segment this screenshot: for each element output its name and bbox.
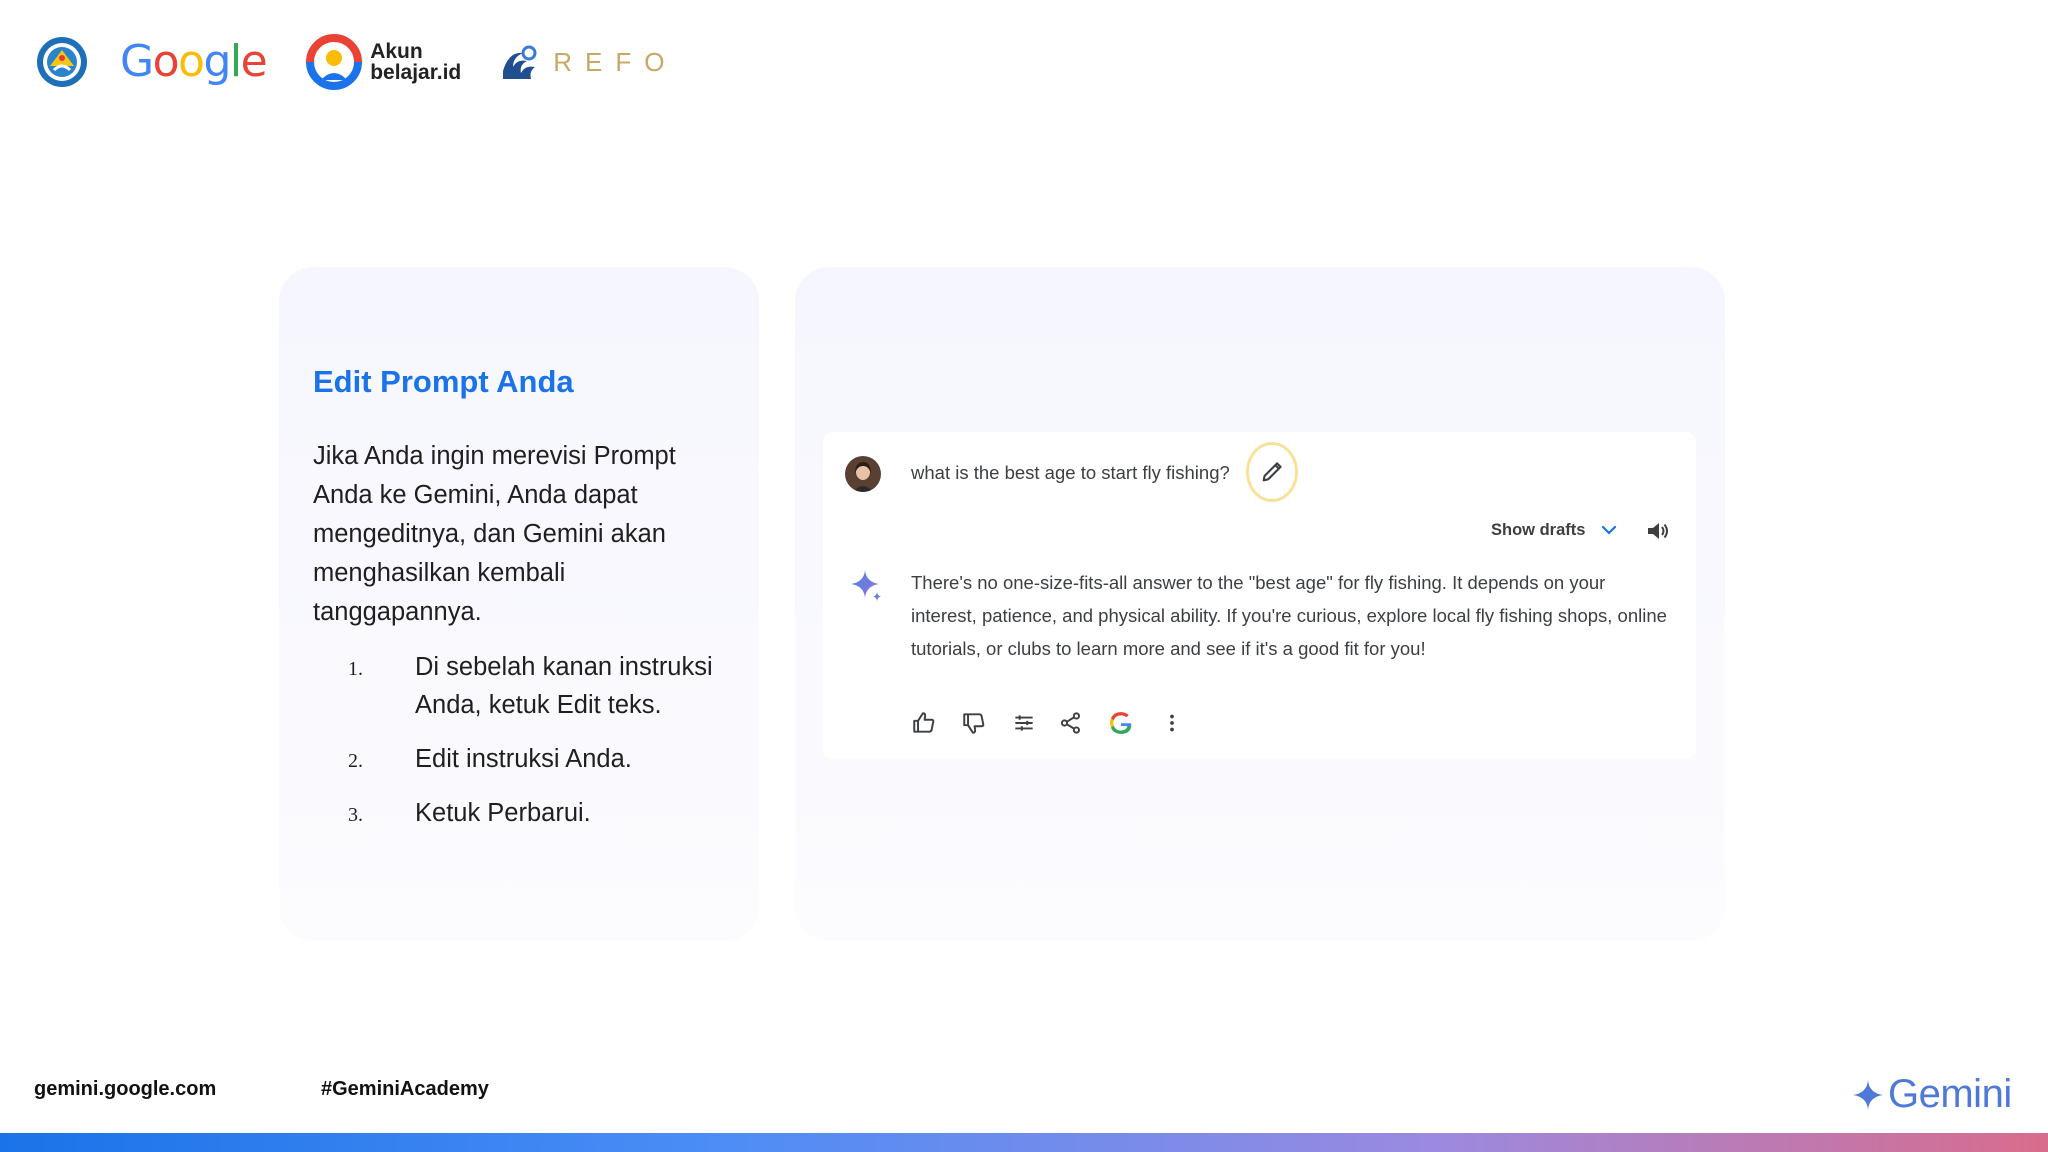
show-drafts-button[interactable]: Show drafts bbox=[1491, 520, 1619, 540]
more-options-icon[interactable] bbox=[1159, 710, 1185, 736]
speaker-icon[interactable] bbox=[1645, 518, 1671, 544]
instruction-title: Edit Prompt Anda bbox=[313, 364, 574, 399]
akun-logo-line2: belajar.id bbox=[370, 61, 462, 84]
step-number: 3. bbox=[348, 804, 363, 826]
pencil-icon[interactable] bbox=[1259, 457, 1287, 485]
gemini-spark-icon bbox=[851, 570, 881, 601]
step-text: Edit instruksi Anda. bbox=[415, 745, 632, 773]
step-text: Di sebelah kanan instruksi Anda, ketuk E… bbox=[415, 653, 713, 719]
google-check-icon[interactable] bbox=[1108, 710, 1134, 736]
akun-belajar-logo: Akun belajar.id bbox=[306, 34, 461, 90]
modify-response-icon[interactable] bbox=[1011, 710, 1037, 736]
share-icon[interactable] bbox=[1058, 710, 1084, 736]
akun-belajar-ring-icon bbox=[306, 34, 363, 90]
instruction-step: 3. Ketuk Perbarui. bbox=[313, 794, 743, 832]
gemini-brand-logo: Gemini bbox=[1852, 1072, 2012, 1117]
google-logo: Google bbox=[120, 36, 268, 87]
instruction-body: Jika Anda ingin merevisi Prompt Anda ke … bbox=[313, 442, 676, 626]
instruction-step: 1. Di sebelah kanan instruksi Anda, ketu… bbox=[313, 648, 743, 724]
refo-logo-text: REFO bbox=[553, 46, 678, 77]
step-number: 2. bbox=[348, 750, 363, 772]
gemini-response-text: There's no one-size-fits-all answer to t… bbox=[911, 572, 1667, 659]
instruction-card: Edit Prompt Anda Jika Anda ingin merevis… bbox=[279, 267, 759, 941]
gemini-screenshot-card: what is the best age to start fly fishin… bbox=[795, 267, 1725, 941]
footer-hashtag: #GeminiAcademy bbox=[321, 1078, 489, 1100]
footer-url: gemini.google.com bbox=[34, 1078, 217, 1100]
instruction-step: 2. Edit instruksi Anda. bbox=[313, 740, 743, 778]
gemini-chat-panel: what is the best age to start fly fishin… bbox=[823, 432, 1696, 759]
refo-wave-icon bbox=[503, 45, 537, 79]
show-drafts-label: Show drafts bbox=[1491, 520, 1586, 539]
gemini-star-icon bbox=[1853, 1079, 1883, 1110]
user-prompt-text: what is the best age to start fly fishin… bbox=[911, 462, 1230, 483]
step-text: Ketuk Perbarui. bbox=[415, 799, 591, 827]
chevron-down-icon bbox=[1602, 525, 1617, 535]
refo-logo: REFO bbox=[499, 41, 677, 83]
bottom-gradient-bar bbox=[0, 1133, 2048, 1152]
thumbs-up-icon[interactable] bbox=[911, 710, 937, 736]
instruction-steps: 1. Di sebelah kanan instruksi Anda, ketu… bbox=[313, 648, 743, 848]
kemdikbud-logo-icon bbox=[37, 37, 87, 87]
thumbs-down-icon[interactable] bbox=[961, 710, 987, 736]
akun-logo-line1: Akun bbox=[370, 40, 423, 63]
partner-logos: Google Akun belajar.id REFO bbox=[36, 30, 677, 94]
gemini-brand-text: Gemini bbox=[1888, 1072, 2012, 1116]
step-number: 1. bbox=[348, 658, 363, 680]
user-avatar bbox=[845, 456, 881, 492]
